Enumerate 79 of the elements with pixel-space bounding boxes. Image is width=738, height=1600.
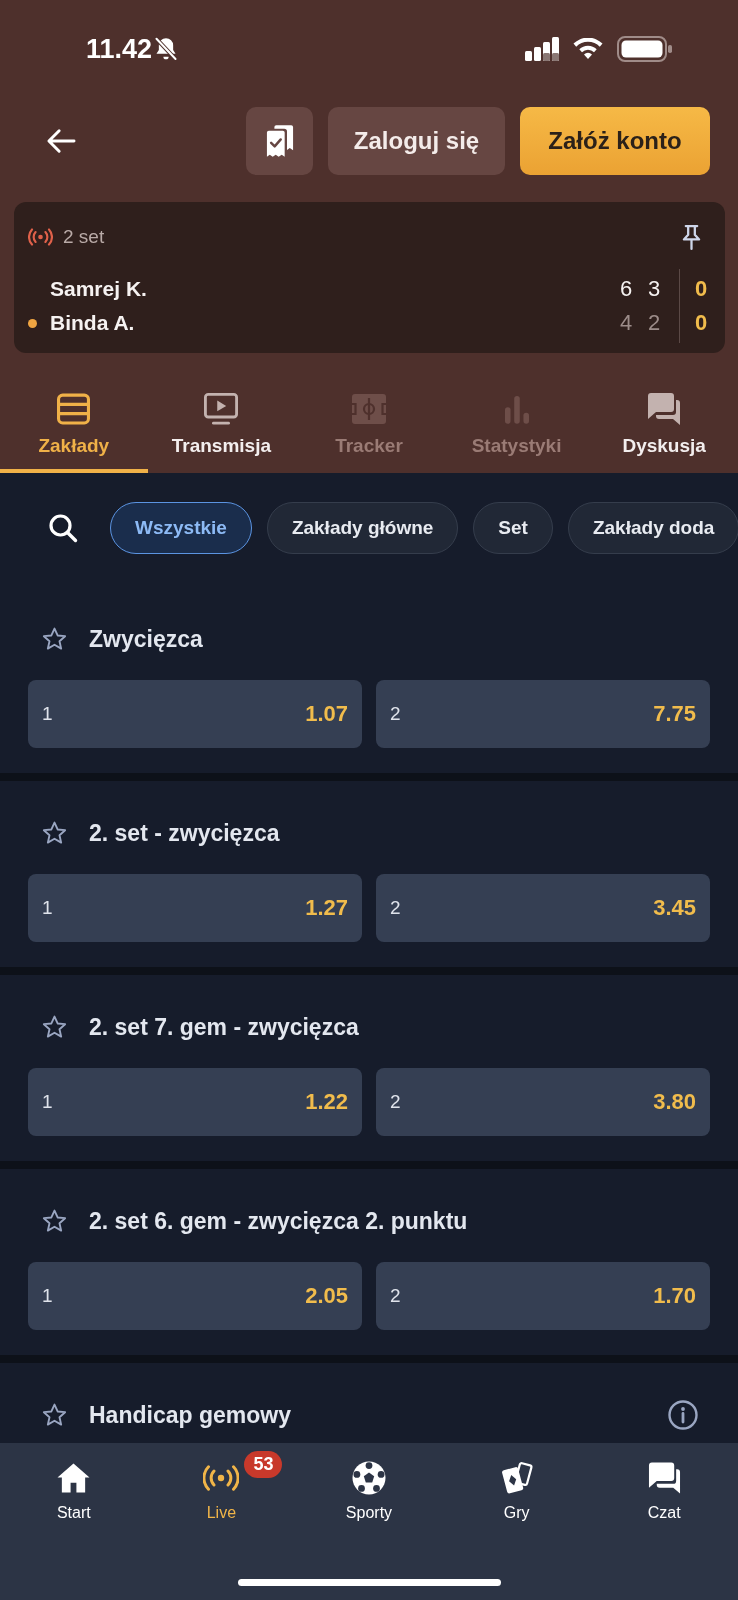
outcome-label: 1 [42, 897, 53, 919]
odds-button[interactable]: 2 3.45 [376, 874, 710, 942]
market-title: 2. set 6. gem - zwycięzca 2. punktu [89, 1207, 468, 1235]
player-name: Samrej K. [50, 277, 147, 301]
outcome-label: 1 [42, 1091, 53, 1113]
back-button[interactable] [46, 128, 76, 154]
odds-value: 1.70 [653, 1283, 696, 1309]
nav-item[interactable]: Gry [442, 1443, 591, 1522]
player-name: Binda A. [50, 311, 135, 335]
outcome-label: 2 [390, 1285, 401, 1307]
outcome-label: 1 [42, 703, 53, 725]
set-score: 2 [646, 310, 662, 336]
search-icon [48, 513, 78, 543]
outcome-label: 2 [390, 1091, 401, 1113]
odds-button[interactable]: 1 1.22 [28, 1068, 362, 1136]
odds-button[interactable]: 1 1.27 [28, 874, 362, 942]
odds-button[interactable]: 2 7.75 [376, 680, 710, 748]
star-icon[interactable] [42, 1403, 67, 1427]
video-screen-icon [204, 392, 239, 426]
star-icon[interactable] [42, 821, 67, 845]
login-button[interactable]: Zaloguj się [328, 107, 505, 175]
bell-off-icon [155, 36, 178, 62]
odds-button[interactable]: 2 1.70 [376, 1262, 710, 1330]
back-arrow-icon [46, 128, 76, 154]
chat-icon [647, 1461, 681, 1495]
odds-value: 1.27 [305, 895, 348, 921]
status-time: 11.42 [86, 33, 153, 65]
home-icon [57, 1461, 91, 1495]
filter-chip[interactable]: Zakłady doda [567, 502, 738, 554]
outcome-label: 2 [390, 703, 401, 725]
search-button[interactable] [48, 513, 78, 543]
star-icon[interactable] [42, 1015, 67, 1039]
nav-item[interactable]: Start [0, 1443, 148, 1522]
odds-value: 3.45 [653, 895, 696, 921]
star-icon[interactable] [42, 1209, 67, 1233]
set-score: 6 [618, 276, 634, 302]
list-icon [57, 392, 91, 426]
info-icon[interactable] [668, 1400, 698, 1430]
odds-button[interactable]: 2 3.80 [376, 1068, 710, 1136]
odds-button[interactable]: 1 2.05 [28, 1262, 362, 1330]
odds-value: 3.80 [653, 1089, 696, 1115]
star-icon[interactable] [42, 627, 67, 651]
odds-value: 1.07 [305, 701, 348, 727]
battery-icon [617, 36, 672, 62]
game-points: 0 [693, 310, 709, 336]
signal-icon [525, 37, 559, 61]
pin-icon[interactable] [682, 223, 701, 251]
set-score: 4 [618, 310, 634, 336]
bet-slip-button[interactable] [246, 107, 313, 175]
market-title: 2. set 7. gem - zwycięzca [89, 1013, 359, 1041]
outcome-label: 2 [390, 897, 401, 919]
register-button[interactable]: Załóż konto [520, 107, 710, 175]
market-title: 2. set - zwycięzca [89, 819, 280, 847]
nav-item[interactable]: Czat [590, 1443, 738, 1522]
filter-chip[interactable]: Set [473, 502, 553, 554]
outcome-label: 1 [42, 1285, 53, 1307]
live-broadcast-icon [28, 228, 53, 246]
set-label: 2 set [63, 226, 105, 248]
market-title: Handicap gemowy [89, 1401, 291, 1429]
set-score: 3 [646, 276, 662, 302]
odds-value: 1.22 [305, 1089, 348, 1115]
chat-icon [647, 392, 682, 426]
odds-button[interactable]: 1 1.07 [28, 680, 362, 748]
game-points: 0 [693, 276, 709, 302]
tab[interactable]: Transmisja [147, 375, 296, 473]
filter-chip[interactable]: Zakłady główne [266, 502, 459, 554]
filter-chip[interactable]: Wszystkie [110, 502, 252, 554]
tab[interactable]: Dyskusja [590, 375, 738, 473]
count-badge: 53 [244, 1451, 283, 1478]
pitch-icon [352, 392, 386, 426]
nav-item[interactable]: Sporty [295, 1443, 443, 1522]
wifi-icon [573, 38, 603, 60]
nav-item[interactable]: Live 53 [147, 1443, 296, 1522]
playing-cards-icon [499, 1461, 534, 1495]
odds-value: 2.05 [305, 1283, 348, 1309]
receipts-icon [265, 125, 294, 157]
odds-value: 7.75 [653, 701, 696, 727]
market-title: Zwycięzca [89, 625, 203, 653]
soccer-ball-icon [352, 1461, 386, 1495]
